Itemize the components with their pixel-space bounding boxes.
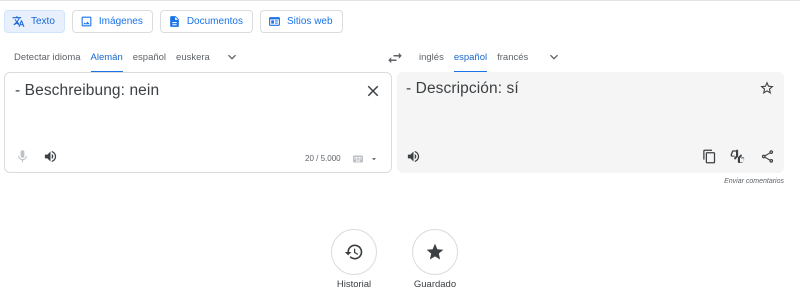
character-count: 20 / 5.000 xyxy=(305,154,341,163)
saved-button[interactable] xyxy=(412,229,458,275)
tab-documents-label: Documentos xyxy=(186,16,243,27)
tab-documents[interactable]: Documentos xyxy=(159,10,253,33)
source-lang-detect[interactable]: Detectar idioma xyxy=(14,48,81,73)
tab-images[interactable]: Imágenes xyxy=(71,10,153,33)
swap-languages-icon[interactable] xyxy=(386,49,404,67)
saved-label: Guardado xyxy=(413,279,457,290)
target-language-bar: inglés español francés xyxy=(419,48,562,73)
target-lang-french[interactable]: francés xyxy=(497,48,528,73)
history-label: Historial xyxy=(336,279,372,290)
speaker-icon[interactable] xyxy=(43,149,58,164)
target-lang-spanish[interactable]: español xyxy=(453,48,488,73)
tab-text-label: Texto xyxy=(31,16,55,27)
target-lang-english[interactable]: inglés xyxy=(419,48,444,73)
document-icon xyxy=(168,15,181,28)
source-language-bar: Detectar idioma Alemán español euskera xyxy=(14,48,240,73)
speaker-icon[interactable] xyxy=(406,149,421,164)
source-lang-german[interactable]: Alemán xyxy=(90,48,123,73)
close-icon[interactable] xyxy=(364,82,382,100)
tab-text[interactable]: Texto xyxy=(4,10,65,33)
translated-text: - Descripción: sí xyxy=(406,80,519,97)
chevron-down-icon[interactable] xyxy=(369,154,379,164)
history-button[interactable] xyxy=(331,229,377,275)
tab-websites-label: Sitios web xyxy=(286,16,333,27)
tab-websites[interactable]: Sitios web xyxy=(259,10,343,33)
target-text-panel: - Descripción: sí xyxy=(397,72,784,173)
star-outline-icon[interactable] xyxy=(759,80,775,96)
translate-icon xyxy=(12,15,25,28)
star-icon xyxy=(425,242,445,262)
copy-icon[interactable] xyxy=(702,149,717,164)
history-icon xyxy=(344,242,364,262)
top-divider xyxy=(0,0,800,1)
share-icon[interactable] xyxy=(760,149,775,164)
mode-tabs: Texto Imágenes Documentos Sitios web xyxy=(4,10,343,33)
send-feedback-link[interactable]: Enviar comentarios xyxy=(724,178,784,185)
keyboard-icon[interactable] xyxy=(352,153,364,165)
source-lang-basque[interactable]: euskera xyxy=(176,48,210,73)
source-text-panel[interactable]: - Beschreibung: nein 20 / 5.000 xyxy=(4,72,392,173)
website-icon xyxy=(268,15,281,28)
source-text[interactable]: - Beschreibung: nein xyxy=(15,82,159,100)
chevron-down-icon[interactable] xyxy=(224,49,240,65)
microphone-icon[interactable] xyxy=(15,149,30,164)
tab-images-label: Imágenes xyxy=(98,16,143,27)
image-icon xyxy=(80,15,93,28)
source-lang-spanish[interactable]: español xyxy=(133,48,166,73)
rate-translation-icon[interactable] xyxy=(730,149,746,165)
chevron-down-icon[interactable] xyxy=(546,49,562,65)
